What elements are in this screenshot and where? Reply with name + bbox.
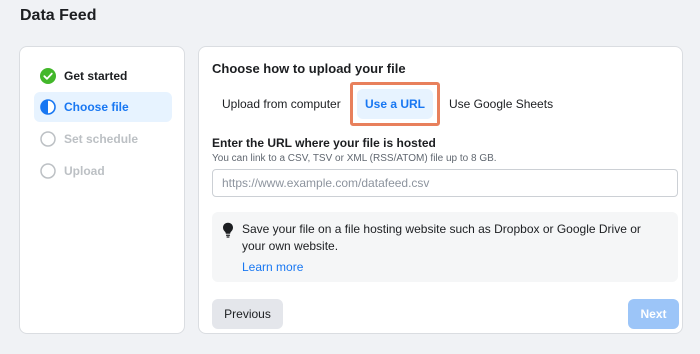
lightbulb-icon bbox=[223, 222, 233, 238]
next-button[interactable]: Next bbox=[628, 299, 679, 329]
step-label: Get started bbox=[64, 69, 128, 83]
step-upload: Upload bbox=[34, 156, 172, 186]
section-title: Choose how to upload your file bbox=[212, 61, 406, 76]
previous-button[interactable]: Previous bbox=[212, 299, 283, 329]
url-input[interactable] bbox=[212, 169, 678, 197]
empty-circle-icon bbox=[40, 131, 56, 147]
steps-panel: Get started Choose file Set schedule Upl… bbox=[19, 46, 185, 334]
empty-circle-icon bbox=[40, 163, 56, 179]
upload-panel: Choose how to upload your file Upload fr… bbox=[198, 46, 683, 334]
step-set-schedule: Set schedule bbox=[34, 124, 172, 154]
info-text: Save your file on a file hosting website… bbox=[242, 222, 641, 253]
half-circle-icon bbox=[40, 99, 56, 115]
step-label: Choose file bbox=[64, 100, 129, 114]
page-title: Data Feed bbox=[20, 7, 97, 24]
url-field-hint: You can link to a CSV, TSV or XML (RSS/A… bbox=[212, 153, 497, 164]
learn-more-link[interactable]: Learn more bbox=[242, 260, 303, 274]
step-label: Upload bbox=[64, 164, 105, 178]
step-label: Set schedule bbox=[64, 132, 139, 146]
url-field-label: Enter the URL where your file is hosted bbox=[212, 136, 436, 150]
tab-use-a-url[interactable]: Use a URL bbox=[357, 89, 433, 119]
tab-upload-from-computer[interactable]: Upload from computer bbox=[222, 89, 341, 119]
check-circle-icon bbox=[40, 68, 56, 84]
info-box: Save your file on a file hosting website… bbox=[212, 212, 678, 282]
step-get-started[interactable]: Get started bbox=[34, 61, 172, 91]
tab-use-google-sheets[interactable]: Use Google Sheets bbox=[449, 89, 553, 119]
step-choose-file[interactable]: Choose file bbox=[34, 92, 172, 122]
